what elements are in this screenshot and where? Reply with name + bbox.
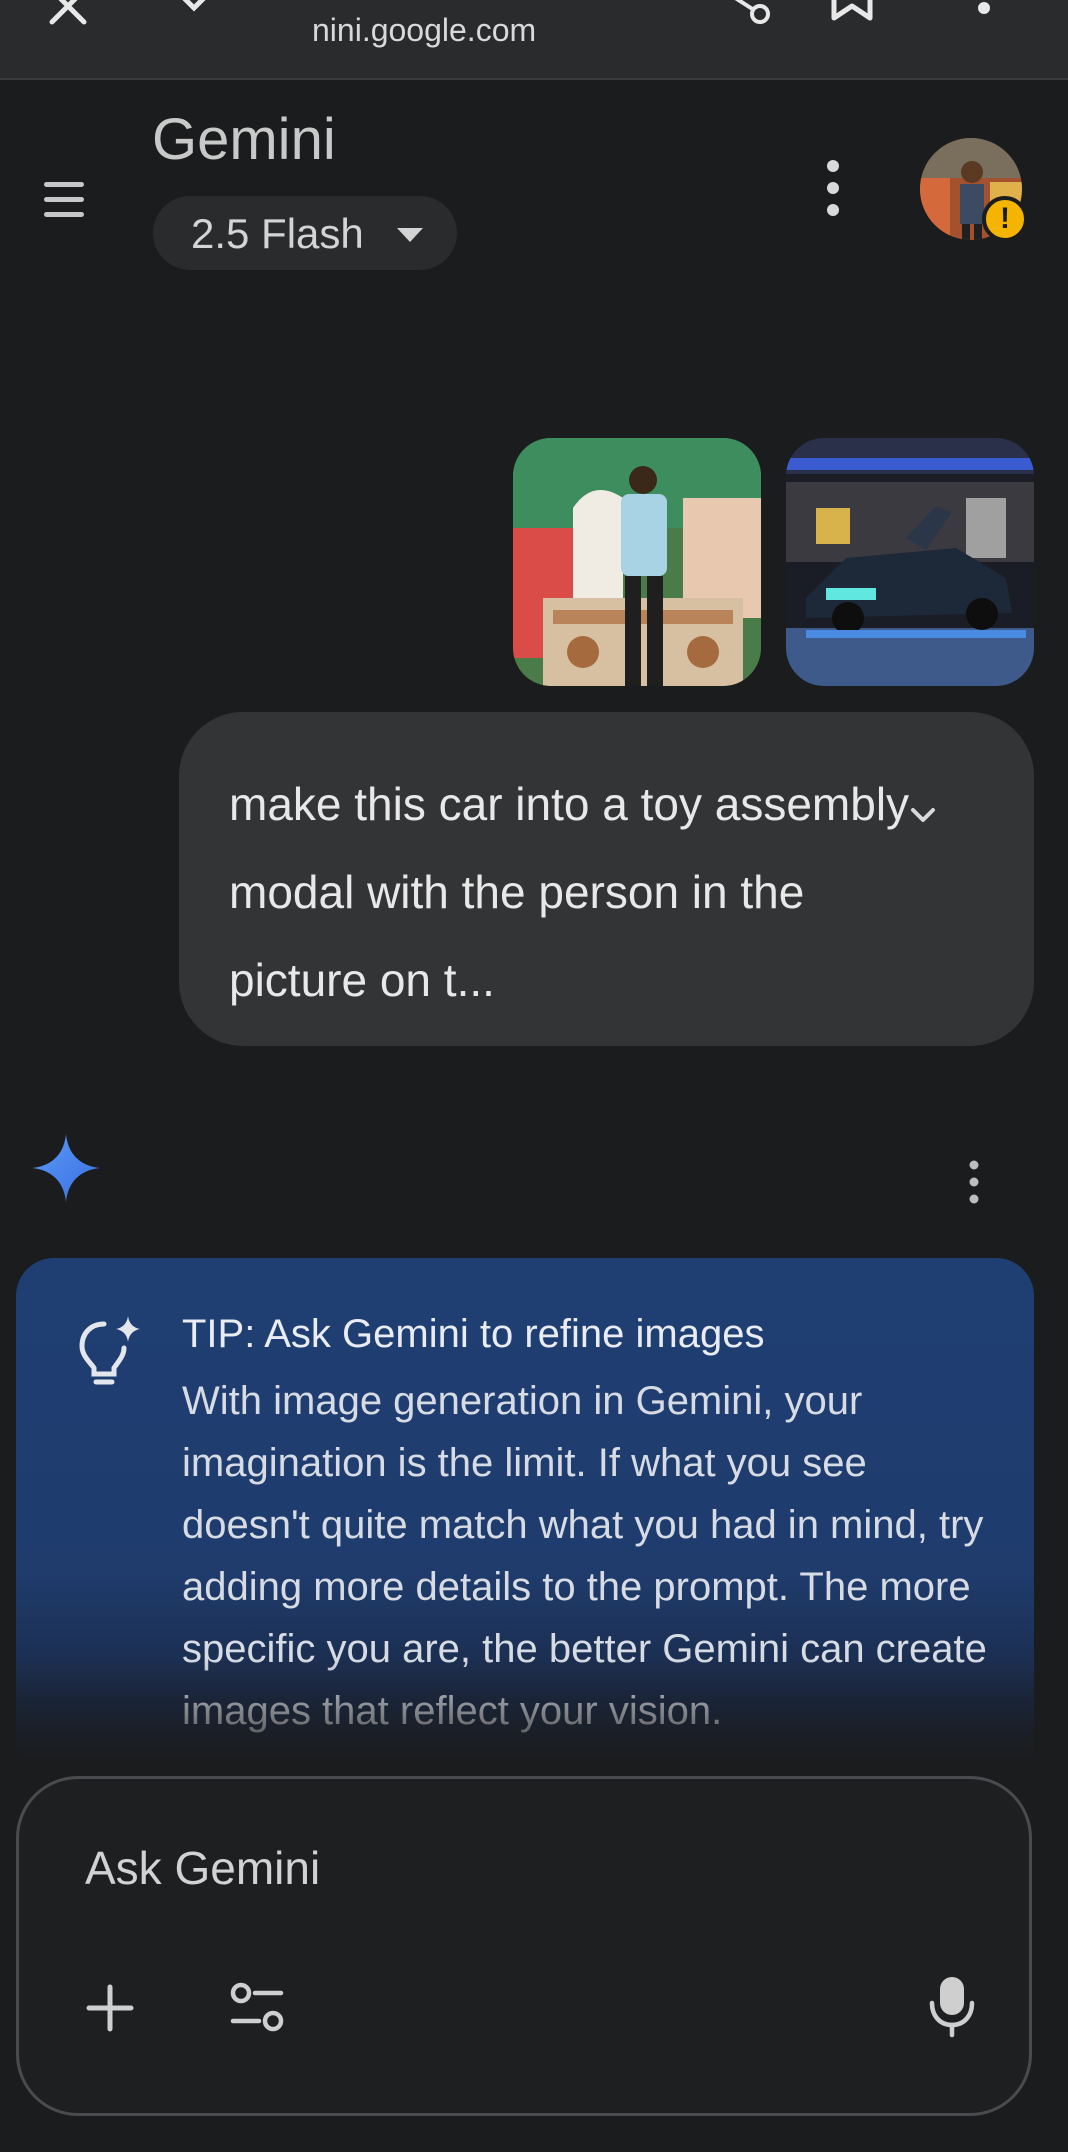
warning-icon: ! (982, 196, 1028, 242)
tip-card: TIP: Ask Gemini to refine images With im… (16, 1258, 1034, 1778)
url-text[interactable]: nini.google.com (312, 12, 536, 49)
menu-icon-line (44, 197, 84, 202)
menu-icon-line (44, 182, 84, 187)
user-message-text: make this car into a toy assembly modal … (229, 778, 910, 1006)
fade-overlay (16, 1658, 1034, 1778)
more-options-icon[interactable] (818, 158, 848, 218)
model-label: 2.5 Flash (191, 210, 364, 257)
more-vert-icon[interactable] (976, 0, 992, 20)
app-title: Gemini (152, 107, 336, 172)
person-photo (513, 438, 761, 686)
model-selector[interactable]: 2.5 Flash (153, 196, 457, 270)
chevron-down-icon[interactable] (176, 0, 212, 14)
attachment-thumbnail-person[interactable] (513, 438, 761, 686)
mic-icon[interactable] (927, 1973, 977, 2039)
bookmark-icon[interactable] (830, 0, 874, 24)
menu-icon-line (44, 212, 84, 217)
browser-toolbar: nini.google.com (0, 0, 1068, 80)
plus-icon[interactable] (81, 1979, 139, 2037)
close-icon[interactable] (48, 0, 88, 26)
caret-down-icon (397, 228, 423, 242)
lightbulb-sparkle-icon (79, 1316, 140, 1385)
response-more-options-icon[interactable] (962, 1160, 986, 1204)
tip-title: TIP: Ask Gemini to refine images (182, 1312, 765, 1356)
expand-chevron-icon[interactable] (899, 792, 947, 840)
prompt-input-box[interactable]: Ask Gemini (16, 1776, 1032, 2116)
user-message-bubble: make this car into a toy assembly modal … (179, 712, 1034, 1046)
prompt-input[interactable]: Ask Gemini (85, 1841, 320, 1895)
share-icon[interactable] (716, 0, 772, 28)
menu-button[interactable] (40, 180, 90, 222)
attachment-thumbnail-car[interactable] (786, 438, 1034, 686)
gemini-spark-icon (32, 1134, 100, 1202)
tools-icon[interactable] (227, 1979, 287, 2037)
car-photo (786, 438, 1034, 686)
